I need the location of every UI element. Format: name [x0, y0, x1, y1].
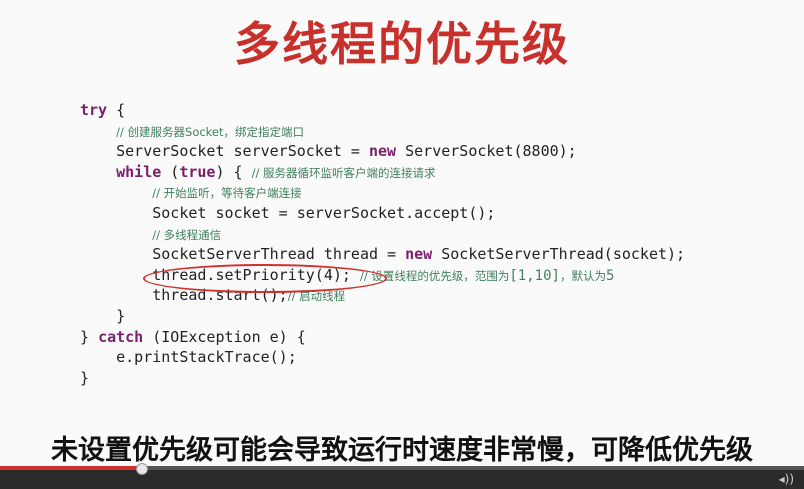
code-line-close-while: } — [116, 306, 126, 325]
progress-knob[interactable] — [135, 463, 148, 475]
code-block: try { // 创建服务器Socket，绑定指定端口 ServerSocket… — [80, 100, 685, 388]
video-subtitle: 未设置优先级可能会导致运行时速度非常慢，可降低优先级 — [51, 435, 753, 466]
code-line-server-socket: ServerSocket serverSocket = new ServerSo… — [116, 142, 577, 161]
code-line-while: while (true) { // 服务器循环监听客户端的连接请求 — [116, 162, 436, 181]
player-control-bar[interactable] — [0, 470, 804, 489]
slide-title: 多线程的优先级 — [234, 17, 570, 71]
code-line-catch: } catch (IOException e) { — [80, 327, 306, 346]
highlight-ellipse — [143, 264, 387, 293]
volume-icon[interactable]: ◂)) — [754, 472, 794, 486]
code-line-print-stack: e.printStackTrace(); — [116, 348, 297, 367]
code-line-start: thread.start();// 启动线程 — [152, 286, 346, 305]
code-line-new-thread: SocketServerThread thread = new SocketSe… — [152, 245, 686, 264]
code-line-comment-multithread: // 多线程通信 — [152, 227, 222, 242]
code-line-try: try { — [80, 101, 126, 119]
progress-fill — [0, 466, 141, 470]
code-line-comment-create: // 创建服务器Socket，绑定指定端口 — [116, 124, 305, 139]
code-line-accept: Socket socket = serverSocket.accept(); — [152, 203, 496, 222]
code-line-close-try: } — [80, 368, 90, 387]
code-line-comment-listen: // 开始监听，等待客户端连接 — [152, 186, 302, 201]
